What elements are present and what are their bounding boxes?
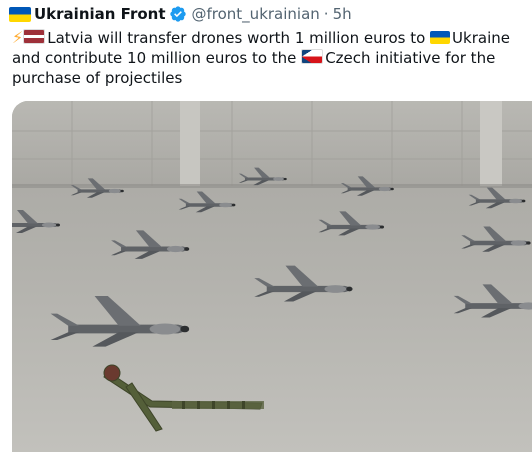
verified-badge-icon — [169, 6, 186, 22]
drone-hangar-photo — [12, 101, 532, 452]
high-voltage-icon: ⚡ — [12, 28, 24, 47]
author-handle[interactable]: @front_ukrainian — [192, 5, 320, 23]
czech-flag-icon — [301, 49, 324, 64]
author-name[interactable]: Ukrainian Front — [34, 5, 166, 23]
ukraine-flag-icon — [9, 6, 31, 22]
tweet-text-part1: Latvia will transfer drones worth 1 mill… — [47, 29, 431, 47]
tweet-text: ⚡ Latvia will transfer drones worth 1 mil… — [12, 28, 527, 88]
tweet-timestamp[interactable]: 5h — [333, 5, 352, 23]
latvia-flag-icon — [23, 29, 46, 44]
tweet[interactable]: Ukrainian Front @front_ukrainian · 5h ⚡ L… — [0, 0, 532, 452]
tweet-header: Ukrainian Front @front_ukrainian · 5h — [0, 3, 352, 25]
ukraine-flag-icon — [430, 31, 451, 44]
separator-dot: · — [323, 5, 329, 23]
tweet-photo[interactable] — [12, 101, 532, 452]
